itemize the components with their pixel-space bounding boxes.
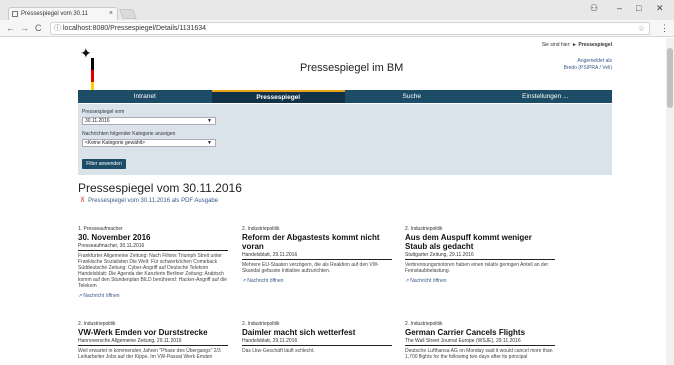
article-category: 1. Presseaufmacher [78,226,123,232]
back-icon[interactable]: ← [6,23,15,33]
article-text: Mehrere EU-Staaten verzögern, die als Re… [242,262,379,274]
date-label: Pressespiegel vom [82,109,125,115]
article-title[interactable]: Reform der Abgastests kommt nicht voran [242,233,392,251]
browser-titlebar: Pressespiegel vom 30.11 × ⚇ – □ ✕ [0,0,674,20]
breadcrumb-current[interactable]: ► Pressespiegel [572,42,612,48]
article-title[interactable]: Daimler macht sich wetterfest [242,328,392,337]
open-article-text: Nachricht öffnen [247,278,284,284]
scrollbar-thumb[interactable] [667,48,673,108]
site-title: Pressespiegel im BM [300,62,404,74]
article-card: 2. Industriepolitik German Carrier Cance… [405,321,555,360]
forward-icon[interactable]: → [20,23,29,33]
filter-panel: Pressespiegel vom 30.11.2016 ▼ Nachricht… [78,104,612,175]
maximize-icon[interactable]: □ [636,3,641,13]
date-select[interactable]: 30.11.2016 ▼ [82,117,216,125]
nav-suche[interactable]: Suche [345,90,479,103]
open-article-text: Nachricht öffnen [83,293,120,299]
bookmark-star-icon[interactable]: ☆ [638,23,645,35]
article-text: Das Lkw-Geschäft läuft schlecht. [242,348,315,354]
german-flag-icon [91,58,94,94]
article-source: The Wall Street Journal Europe (WSJE), 2… [405,338,555,346]
pdf-link[interactable]: ⊼ Pressespiegel vom 30.11.2016 als PDF Au… [80,196,218,204]
nav-pressespiegel[interactable]: Pressespiegel [211,90,345,103]
external-link-icon: ↗ [242,278,247,284]
article-source: Handelsblatt, 29.11.2016 [242,252,392,260]
address-bar[interactable]: ⓘ localhost:8080/Pressespiegel/Details/1… [50,22,650,35]
article-category: 2. Industriepolitik [242,226,280,232]
reload-icon[interactable]: C [35,23,42,33]
article-category: 2. Industriepolitik [405,226,443,232]
user-name[interactable]: Bredo (PS/PRA / Veli) [492,65,612,72]
user-info: Angemeldet als Bredo (PS/PRA / Veli) [492,58,612,72]
browser-menu-icon[interactable]: ⋮ [660,23,669,34]
tab-title: Pressespiegel vom 30.11 [21,11,88,17]
new-tab-button[interactable] [119,9,137,19]
article-text: Frankfurter Allgemeine Zeitung: Nach Fil… [78,253,227,289]
pdf-icon: ⊼ [80,197,86,204]
article-card: 2. Industriepolitik Aus dem Auspuff komm… [405,226,555,284]
article-card: 2. Industriepolitik Reform der Abgastest… [242,226,392,284]
article-title[interactable]: VW-Werk Emden vor Durststrecke [78,328,228,337]
breadcrumb: Sie sind hier: ► Pressespiegel [542,42,612,48]
category-label: Nachrichten folgender Kategorie anzeigen [82,131,176,137]
category-select[interactable]: <Keine Kategorie gewählt> ▼ [82,139,216,147]
main-nav: Intranet Pressespiegel Suche Einstellung… [78,90,612,103]
window-close-icon[interactable]: ✕ [656,3,664,14]
user-login-label: Angemeldet als [577,58,612,64]
open-article-link[interactable]: ↗Nachricht öffnen [405,278,555,284]
article-title[interactable]: Aus dem Auspuff kommt weniger Staub als … [405,233,555,251]
article-card: 2. Industriepolitik Daimler macht sich w… [242,321,392,354]
page-content: ✦ Pressespiegel im BM Sie sind hier: ► P… [0,38,666,365]
account-icon[interactable]: ⚇ [590,3,598,14]
browser-toolbar: ← → C ⓘ localhost:8080/Pressespiegel/Det… [0,20,674,37]
apply-filter-button[interactable]: Filter anwenden [82,159,126,169]
page-title: Pressespiegel vom 30.11.2016 [78,181,242,195]
article-source: Presseaufmacher, 30.11.2016 [78,243,228,251]
article-source: Stuttgarter Zeitung, 29.11.2016 [405,252,555,260]
pdf-link-text: Pressespiegel vom 30.11.2016 als PDF Aus… [88,198,219,204]
breadcrumb-label: Sie sind hier: [541,42,571,48]
category-select-value: <Keine Kategorie gewählt> [85,140,146,146]
open-article-link[interactable]: ↗Nachricht öffnen [242,278,392,284]
open-article-text: Nachricht öffnen [410,278,447,284]
page-icon [12,11,18,17]
external-link-icon: ↗ [78,293,83,299]
federal-eagle-icon: ✦ [80,45,92,61]
url-text: localhost:8080/Pressespiegel/Details/113… [63,25,207,32]
article-card: 2. Industriepolitik VW-Werk Emden vor Du… [78,321,228,360]
nav-intranet[interactable]: Intranet [78,90,212,103]
article-title[interactable]: 30. November 2016 [78,233,228,242]
article-text: Deutsche Lufthansa AG on Monday said it … [405,348,553,360]
article-source: Hannoversche Allgemeine Zeitung, 29.11.2… [78,338,228,346]
minimize-icon[interactable]: – [617,3,622,13]
article-category: 2. Industriepolitik [242,321,280,327]
external-link-icon: ↗ [405,278,410,284]
article-card: 1. Presseaufmacher 30. November 2016 Pre… [78,226,228,299]
chevron-down-icon: ▼ [207,140,212,146]
chevron-down-icon: ▼ [207,118,212,124]
article-text: Weil erwartet in kommenden Jahren "Phase… [78,348,221,360]
close-tab-icon[interactable]: × [109,8,113,20]
article-source: Handelsblatt, 29.11.2016 [242,338,392,346]
browser-tab[interactable]: Pressespiegel vom 30.11 × [8,7,118,20]
info-icon: ⓘ [54,25,61,32]
open-article-link[interactable]: ↗Nachricht öffnen [78,293,228,299]
nav-einstellungen[interactable]: Einstellungen ... [479,90,613,103]
article-category: 2. Industriepolitik [405,321,443,327]
scrollbar[interactable] [666,38,674,365]
article-text: Verbrennungsmotoren haben einen relativ … [405,262,549,274]
article-title[interactable]: German Carrier Cancels Flights [405,328,555,337]
article-category: 2. Industriepolitik [78,321,116,327]
date-select-value: 30.11.2016 [85,118,110,124]
